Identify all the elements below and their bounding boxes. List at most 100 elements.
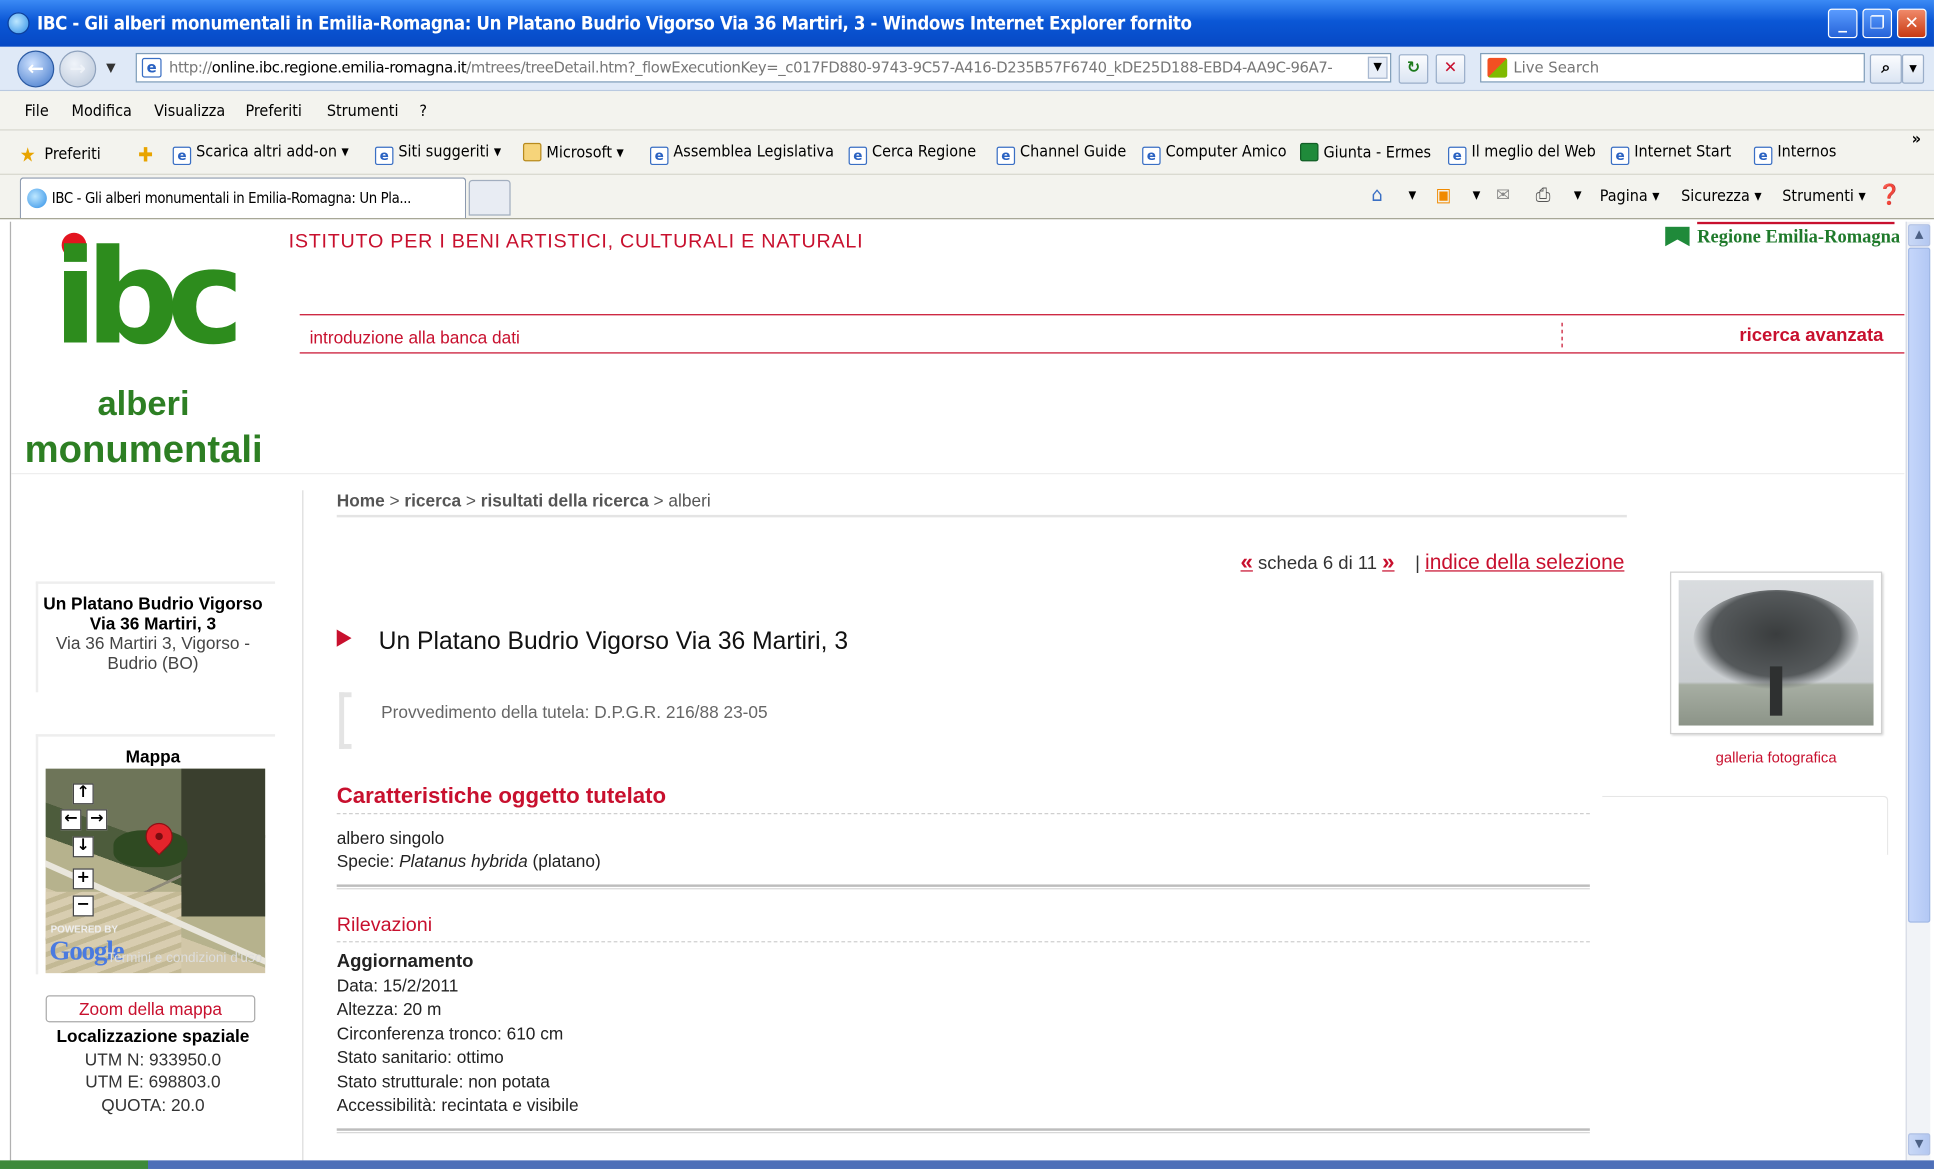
tab-active[interactable]: IBC - Gli alberi monumentali in Emilia-R… [19,177,467,219]
back-button[interactable]: ← [17,50,55,88]
home-icon[interactable]: ⌂ [1372,182,1383,205]
fav-item-internos[interactable]: e Internos [1753,143,1836,166]
map-terms-link[interactable]: Termini e condizioni d'uso [107,951,262,966]
fav-item-channel[interactable]: e Channel Guide [996,142,1127,166]
menu-file[interactable]: File [25,102,49,120]
selection-index-link[interactable]: indice della selezione [1425,551,1624,574]
stop-icon[interactable]: ✕ [1435,54,1466,84]
tree-height: Altezza: 20 m [336,998,442,1019]
new-tab-button[interactable] [468,179,511,216]
minimize-button[interactable]: _ [1827,8,1858,39]
menu-preferiti[interactable]: Preferiti [245,102,301,120]
menu-strumenti[interactable]: Strumenti [327,102,399,120]
menu-help[interactable]: ? [419,102,427,120]
tree-name: Un Platano Budrio Vigorso Via 36 Martiri… [43,593,263,634]
favorites-more-button[interactable]: » [1912,131,1921,149]
favorites-button[interactable]: ★ Preferiti [20,143,101,166]
scroll-up-icon[interactable]: ▲ [1908,224,1931,247]
fav-item-microsoft[interactable]: Microsoft ▾ [522,142,624,163]
search-field[interactable] [1480,52,1865,83]
fav-item-siti[interactable]: e Siti suggeriti ▾ [374,143,501,166]
print-dropdown-icon[interactable]: ▼ [1574,190,1582,202]
url-text[interactable]: http://online.ibc.regione.emilia-romagna… [169,59,1365,76]
add-star-icon: ✚ [138,142,154,167]
prev-record-link[interactable]: « [1241,549,1253,574]
pagina-menu[interactable]: Pagina ▾ [1600,187,1660,205]
regione-flag-icon [1665,226,1690,247]
tree-photo[interactable] [1670,571,1883,735]
history-dropdown-icon[interactable]: ▼ [106,62,116,76]
fav-item-internet-start[interactable]: e Internet Start [1610,143,1731,166]
photo-trunk [1769,666,1783,716]
advanced-search-link[interactable]: ricerca avanzata [1739,325,1883,346]
tab-label: IBC - Gli alberi monumentali in Emilia-R… [51,189,412,207]
fav-item-computer[interactable]: e Computer Amico [1142,143,1287,166]
menu-visualizza[interactable]: Visualizza [154,102,225,120]
map-view[interactable]: ↑ ← → ↓ + − POWERED BY Google Termini e … [45,768,266,974]
ibc-logo[interactable]: ibc [53,232,244,363]
fav-item-giunta[interactable]: Giunta - Ermes [1300,142,1431,163]
close-button[interactable]: ✕ [1896,8,1927,39]
structural-status: Stato strutturale: non potata [336,1071,550,1092]
mail-icon[interactable]: ✉ [1496,184,1510,206]
intro-link[interactable]: introduzione alla banca dati [310,328,520,348]
update-title: Aggiornamento [336,950,474,972]
search-options-icon[interactable]: ▼ [1901,54,1925,84]
maximize-button[interactable]: ❐ [1862,8,1893,39]
logo-line-2: monumentali [24,427,263,471]
search-go-icon[interactable]: ⌕ [1869,54,1902,84]
breadcrumb-sep: > [389,490,400,510]
menu-modifica[interactable]: Modifica [72,102,132,120]
regione-logo[interactable]: Regione Emilia-Romagna [1665,221,1900,249]
tree-photo-image[interactable] [1678,580,1874,726]
folder-icon [522,142,542,162]
fav-item-meglio[interactable]: e Il meglio del Web [1448,142,1596,166]
zoom-in-icon[interactable]: + [72,868,94,890]
next-record-link[interactable]: » [1382,549,1394,574]
breadcrumb-home[interactable]: Home [337,490,385,510]
zoom-out-icon[interactable]: − [72,895,94,917]
map-zoom-button[interactable]: Zoom della mappa [45,995,256,1023]
ie-page-icon: e [1610,146,1630,166]
breadcrumb-risultati[interactable]: risultati della ricerca [481,490,649,510]
pan-up-icon[interactable]: ↑ [72,783,94,805]
tree-species: Specie: Platanus hybrida (platano) [337,851,601,871]
url-field[interactable]: e http://online.ibc.regione.emilia-romag… [135,52,1392,83]
ie-page-icon: e [650,146,669,166]
status-bar [0,1160,1934,1169]
pan-left-icon[interactable]: ← [60,809,82,831]
help-icon[interactable]: ❓ [1877,182,1902,205]
fav-item-scarica[interactable]: e Scarica altri add-on ▾ [172,143,349,166]
home-dropdown-icon[interactable]: ▼ [1409,190,1417,202]
ie-logo-icon [7,12,30,35]
refresh-icon[interactable]: ↻ [1398,54,1429,84]
feeds-dropdown-icon[interactable]: ▼ [1473,190,1481,202]
vertical-scrollbar[interactable]: ▲ ▼ [1905,221,1931,1161]
breadcrumb-ricerca[interactable]: ricerca [404,490,461,510]
scroll-thumb[interactable] [1908,247,1931,923]
ie-page-icon: e [996,146,1016,166]
scroll-down-icon[interactable]: ▼ [1908,1133,1931,1156]
header-divider [11,473,1905,475]
fav-item-cerca[interactable]: e Cerca Regione [848,143,976,166]
url-dropdown-icon[interactable]: ▼ [1367,56,1388,79]
add-favorite-button[interactable]: ✚ [138,142,163,167]
print-icon[interactable]: ⎙ [1536,184,1551,206]
search-input[interactable] [1513,56,1859,79]
photo-gallery-link[interactable]: galleria fotografica [1670,749,1882,766]
ie-page-icon: e [172,146,192,166]
favorites-bar: ★ Preferiti ✚ e Scarica altri add-on ▾ e Si… [0,130,1934,175]
regione-flag-icon [1300,142,1319,162]
fav-label: Il meglio del Web [1471,142,1596,162]
fav-label: Channel Guide [1020,142,1127,162]
sicurezza-menu[interactable]: Sicurezza ▾ [1681,187,1762,205]
record-pager: « scheda 6 di 11 » | indice della selezi… [1241,549,1625,575]
pan-down-icon[interactable]: ↓ [72,836,94,858]
pan-right-icon[interactable]: → [86,809,108,831]
fav-item-assemblea[interactable]: e Assemblea Legislativa [650,143,834,166]
section-divider [336,884,1590,890]
forward-button[interactable]: → [59,50,97,88]
strumenti-menu[interactable]: Strumenti ▾ [1782,187,1865,205]
section-divider [336,1128,1590,1134]
feeds-icon[interactable]: ▣ [1436,184,1452,206]
